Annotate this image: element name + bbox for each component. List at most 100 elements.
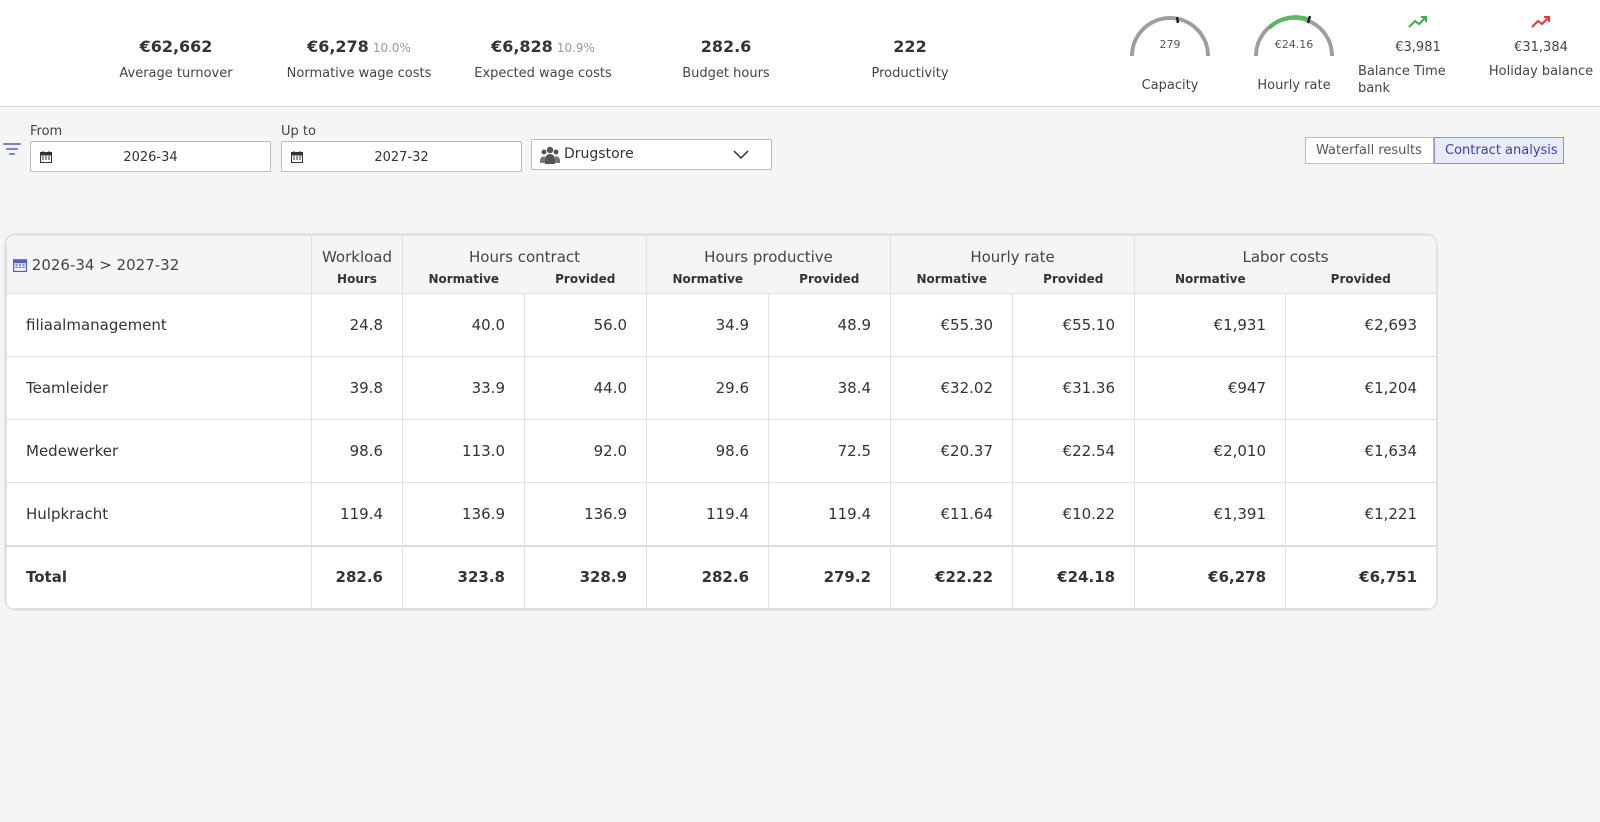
kpi-average-turnover: €62,662 Average turnover [106, 37, 246, 81]
column-header: Provided [1012, 265, 1136, 294]
table-cell: 39.8 [311, 356, 403, 420]
table-cell: 24.8 [311, 293, 403, 357]
trend-label: Balance Time bank [1358, 64, 1446, 96]
table-cell: 92.0 [523, 419, 648, 483]
contract-analysis-button[interactable]: Contract analysis [1434, 137, 1564, 164]
kpi-label: Productivity [871, 66, 949, 81]
column-header: Normative [890, 265, 1013, 294]
table-cell: €1,634 [1285, 419, 1436, 483]
from-date-value: 2026-34 [123, 150, 178, 165]
table-cell: 40.0 [402, 293, 525, 357]
table-cell: 48.9 [768, 293, 892, 357]
gauge-label: Hourly rate [1257, 78, 1331, 93]
trend-up-icon [1482, 14, 1600, 34]
group-header-labor-costs: Labor costs [1134, 235, 1436, 266]
table-row: Teamleider 39.8 33.9 44.0 29.6 38.4 €32.… [6, 356, 1436, 420]
table-cell: 56.0 [523, 293, 648, 357]
table-cell: €20.37 [890, 419, 1014, 483]
kpi-value: €6,278 [307, 37, 369, 56]
team-icon [540, 145, 560, 169]
group-header-hours-productive: Hours productive [646, 235, 892, 266]
table-cell: €6,751 [1285, 544, 1436, 609]
table-cell: 328.9 [523, 544, 648, 609]
trend-value: €3,981 [1395, 40, 1441, 55]
table-cell: 119.4 [311, 482, 403, 546]
department-value: Drugstore [564, 146, 634, 162]
kpi-percent: 10.0% [372, 41, 411, 55]
kpi-label: Expected wage costs [474, 66, 612, 81]
department-select[interactable]: Drugstore [531, 139, 772, 170]
column-header: Provided [1285, 265, 1436, 294]
kpi-header: €62,662 Average turnover €6,278 10.0% Nor… [0, 0, 1600, 107]
row-name: Medewerker [6, 419, 312, 483]
column-header: Normative [402, 265, 525, 294]
gauge-arc [1254, 15, 1334, 57]
table-cell: €22.54 [1012, 419, 1136, 483]
table-row: Medewerker 98.6 113.0 92.0 98.6 72.5 €20… [6, 419, 1436, 483]
table-cell: €6,278 [1134, 544, 1287, 609]
column-header: Provided [524, 265, 648, 294]
group-header-hourly-rate: Hourly rate [890, 235, 1136, 266]
kpi-label: Average turnover [119, 66, 233, 81]
kpi-label: Budget hours [682, 66, 770, 81]
contract-analysis-table: 2026-34 > 2027-32 Workload Hours contrac… [4, 233, 1438, 611]
table-cell: 44.0 [523, 356, 648, 420]
trend-label: Holiday balance [1488, 64, 1594, 79]
table-cell: 119.4 [646, 482, 770, 546]
table-cell: 113.0 [402, 419, 525, 483]
chevron-down-icon [733, 146, 749, 166]
up-to-date-input[interactable]: 2027-32 [281, 141, 522, 172]
kpi-value: €62,662 [139, 37, 213, 56]
kpi-expected-wage-costs: €6,828 10.9% Expected wage costs [463, 37, 623, 81]
waterfall-results-button[interactable]: Waterfall results [1305, 137, 1434, 164]
table-cell: 323.8 [402, 544, 525, 609]
trend-value: €31,384 [1514, 40, 1568, 55]
kpi-percent: 10.9% [556, 41, 595, 55]
table-cell: €55.30 [890, 293, 1014, 357]
table-cell: €24.18 [1012, 544, 1136, 609]
column-header: Normative [646, 265, 769, 294]
from-date-input[interactable]: 2026-34 [30, 141, 271, 172]
table-cell: €10.22 [1012, 482, 1136, 546]
gauge-arc [1130, 16, 1210, 57]
row-name: Hulpkracht [6, 482, 312, 546]
table-cell: €55.10 [1012, 293, 1136, 357]
group-header-workload: Workload [311, 235, 403, 266]
kpi-value: 282.6 [700, 37, 752, 56]
period-header: 2026-34 > 2027-32 [6, 235, 312, 294]
table-cell: €1,204 [1285, 356, 1436, 420]
table-cell: 119.4 [768, 482, 892, 546]
table-cell: 136.9 [402, 482, 525, 546]
table-cell: €2,010 [1134, 419, 1287, 483]
kpi-normative-wage-costs: €6,278 10.0% Normative wage costs [279, 37, 439, 81]
table-cell: 282.6 [646, 544, 770, 609]
total-row: Total 282.6 323.8 328.9 282.6 279.2 €22.… [6, 544, 1436, 609]
trend-holiday-balance: €31,384 Holiday balance [1482, 14, 1600, 80]
trend-up-icon [1358, 14, 1478, 34]
table-cell: €1,391 [1134, 482, 1287, 546]
table-cell: 282.6 [311, 544, 403, 609]
up-to-date-value: 2027-32 [374, 150, 429, 165]
kpi-value: 222 [893, 37, 927, 56]
row-name: Total [6, 544, 312, 609]
column-header: Provided [768, 265, 892, 294]
up-to-label: Up to [281, 124, 316, 139]
gauge-value: €24.16 [1274, 38, 1314, 51]
kpi-value: €6,828 [491, 37, 553, 56]
table-cell: 34.9 [646, 293, 770, 357]
row-name: Teamleider [6, 356, 312, 420]
table-cell: 72.5 [768, 419, 892, 483]
filter-icon[interactable] [3, 143, 21, 159]
kpi-budget-hours: 282.6 Budget hours [666, 37, 786, 81]
table-cell: €1,221 [1285, 482, 1436, 546]
table-cell: €32.02 [890, 356, 1014, 420]
table-cell: €31.36 [1012, 356, 1136, 420]
from-label: From [30, 124, 63, 139]
table-cell: 33.9 [402, 356, 525, 420]
kpi-productivity: 222 Productivity [850, 37, 970, 81]
table-cell: €11.64 [890, 482, 1014, 546]
table-row: filiaalmanagement 24.8 40.0 56.0 34.9 48… [6, 293, 1436, 357]
table-cell: €1,931 [1134, 293, 1287, 357]
gauge-hourly-rate: €24.16 Hourly rate [1248, 10, 1340, 93]
table-cell: 29.6 [646, 356, 770, 420]
